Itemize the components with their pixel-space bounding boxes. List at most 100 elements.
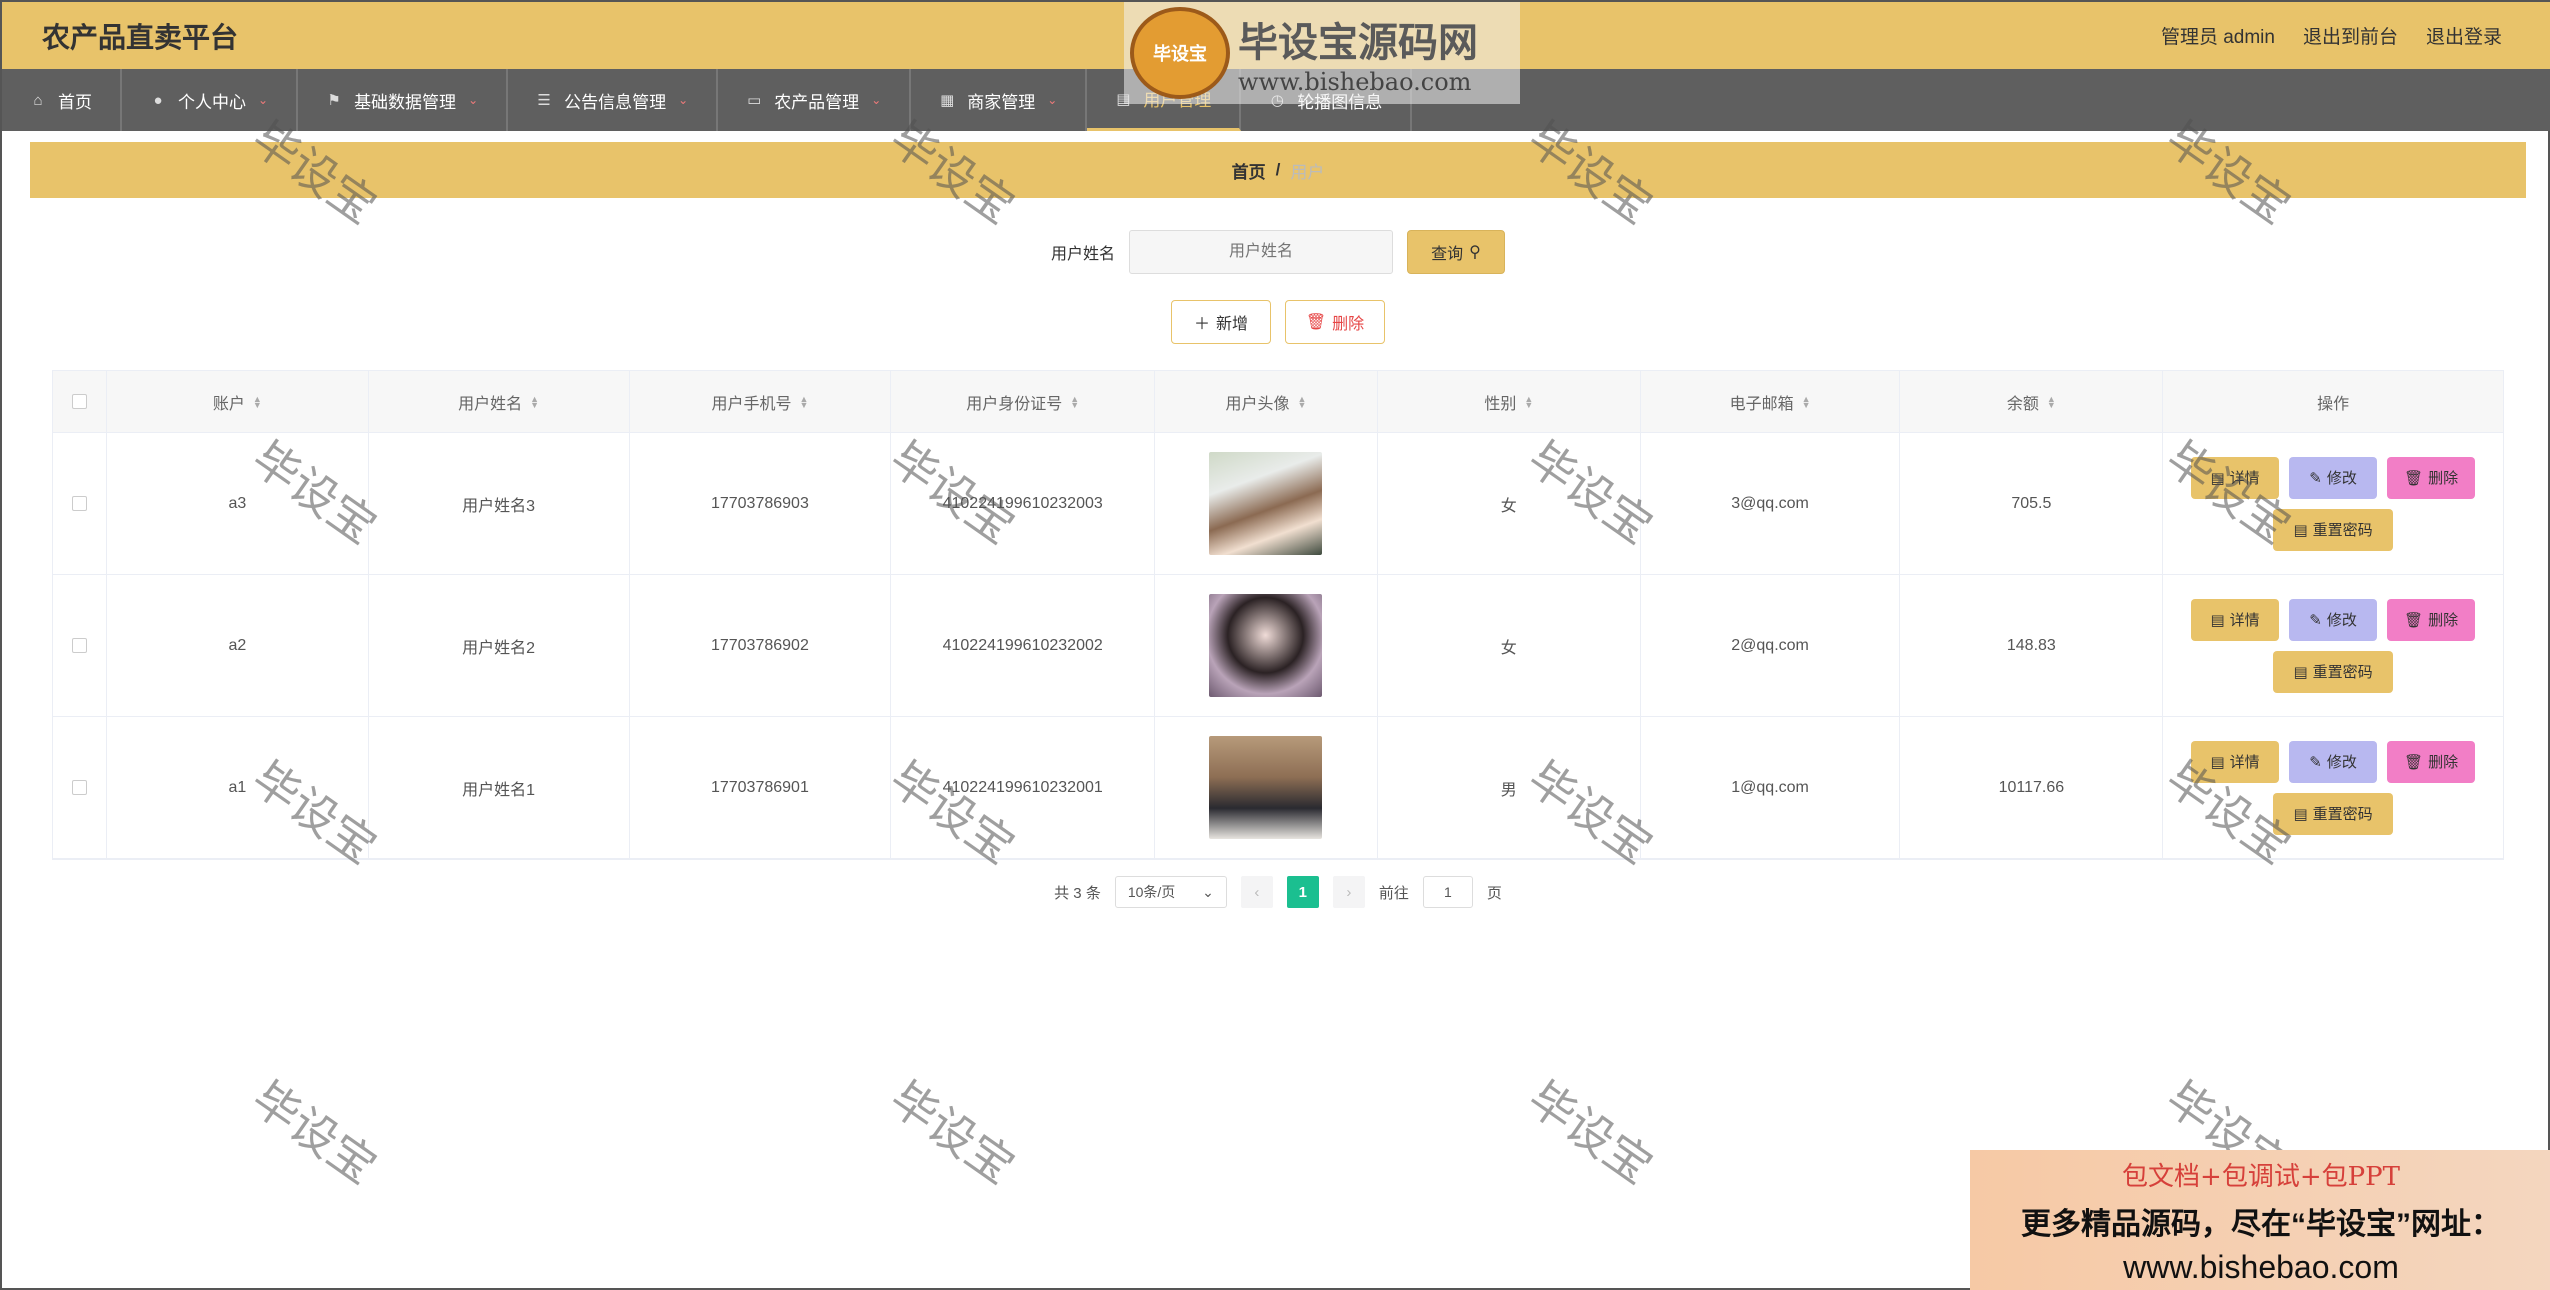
admin-label: 管理员 admin — [2160, 27, 2275, 48]
reset-password-button[interactable]: ▤ 重置密码 — [2273, 792, 2394, 835]
exit-to-front-link[interactable]: 退出到前台 — [2303, 22, 2398, 49]
breadcrumb: 首页 / 用户 — [30, 142, 2526, 198]
cell-gender: 女 — [1378, 433, 1641, 574]
cell-email: 2@qq.com — [1641, 575, 1901, 716]
watermark-badge: 毕设宝 — [1130, 7, 1230, 99]
prev-page-button[interactable]: ‹ — [1240, 876, 1273, 908]
nav-item-label: 商家管理 — [967, 92, 1036, 112]
table-row: a2 用户姓名2 17703786902 410224199610232002 … — [53, 575, 2503, 717]
avatar[interactable] — [1209, 736, 1323, 839]
watermark-stamp: 毕设宝 — [1518, 1070, 1663, 1195]
reset-label: 重置密码 — [2312, 806, 2373, 823]
col-header-label: 用户头像 — [1225, 395, 1290, 413]
sort-icon: ▲ ▼ — [252, 393, 262, 410]
nav-item-personal-center[interactable]: ● 个人中心 ⌄ — [122, 69, 299, 131]
chevron-down-icon: ⌄ — [468, 93, 479, 107]
edit-label: 修改 — [2326, 612, 2357, 629]
search-input[interactable] — [1129, 230, 1393, 274]
row-checkbox[interactable] — [71, 638, 87, 653]
select-all-cell — [53, 371, 107, 432]
logout-link[interactable]: 退出登录 — [2426, 22, 2502, 49]
edit-button[interactable]: ✎ 修改 — [2289, 456, 2378, 499]
edit-label: 修改 — [2326, 470, 2357, 487]
col-header-avatar[interactable]: 用户头像 ▲ ▼ — [1155, 371, 1378, 432]
detail-button[interactable]: ▤ 详情 — [2191, 456, 2280, 499]
query-button-label: 查询 — [1431, 246, 1464, 263]
pencil-icon: ✎ — [2309, 753, 2322, 771]
cell-avatar — [1155, 717, 1378, 858]
batch-delete-button[interactable]: 🗑 删除 — [1285, 300, 1385, 344]
edit-button[interactable]: ✎ 修改 — [2289, 598, 2378, 641]
pencil-icon: ✎ — [2309, 611, 2322, 629]
delete-button[interactable]: 🗑 删除 — [2387, 740, 2476, 783]
nav-item-products[interactable]: ▭ 农产品管理 ⌄ — [718, 69, 912, 131]
sliders-icon: ☰ — [537, 92, 551, 109]
row-checkbox[interactable] — [71, 780, 87, 795]
flag-icon: ⚑ — [327, 92, 341, 109]
add-button[interactable]: ＋ 新增 — [1171, 300, 1271, 344]
sort-icon: ▲ ▼ — [1070, 393, 1080, 410]
cell-phone: 17703786903 — [630, 433, 892, 574]
search-form: 用户姓名 查询 ⚲ — [30, 230, 2526, 274]
cell-email: 1@qq.com — [1641, 717, 1901, 858]
select-all-checkbox[interactable] — [71, 394, 87, 409]
query-button[interactable]: 查询 ⚲ — [1407, 230, 1505, 274]
next-page-button[interactable]: › — [1332, 876, 1365, 908]
col-header-label: 用户手机号 — [711, 395, 792, 413]
row-select-cell — [53, 575, 107, 716]
col-header-id-card[interactable]: 用户身份证号 ▲ ▼ — [891, 371, 1156, 432]
cell-account: a3 — [107, 433, 369, 574]
reset-password-button[interactable]: ▤ 重置密码 — [2273, 650, 2394, 693]
chevron-down-icon: ⌄ — [1202, 883, 1214, 900]
sort-icon: ▲ ▼ — [1801, 393, 1811, 410]
document-icon: ▤ — [2210, 753, 2225, 771]
col-header-name[interactable]: 用户姓名 ▲ ▼ — [369, 371, 630, 432]
cell-phone: 17703786902 — [630, 575, 892, 716]
col-header-actions: 操作 — [2163, 371, 2503, 432]
trash-icon: 🗑 — [2404, 611, 2424, 629]
sort-icon: ▲ ▼ — [799, 393, 809, 410]
row-checkbox[interactable] — [71, 496, 87, 511]
avatar[interactable] — [1209, 452, 1323, 555]
promo-banner[interactable]: 包文档+包调试+包PPT 更多精品源码，尽在“毕设宝”网址： www.bishe… — [1970, 1150, 2550, 1290]
goto-page-input[interactable] — [1422, 876, 1473, 908]
reset-password-button[interactable]: ▤ 重置密码 — [2273, 508, 2394, 551]
delete-button[interactable]: 🗑 删除 — [2387, 456, 2476, 499]
cell-balance: 148.83 — [1900, 575, 2164, 716]
cell-actions: ▤ 详情 ✎ 修改 🗑 删除 ▤ 重置密码 — [2163, 717, 2503, 858]
cell-id-card: 410224199610232003 — [891, 433, 1156, 574]
detail-button[interactable]: ▤ 详情 — [2191, 598, 2280, 641]
delete-button[interactable]: 🗑 删除 — [2387, 598, 2476, 641]
cell-phone: 17703786901 — [630, 717, 892, 858]
watermark-url: www.bishebao.com — [1238, 68, 1472, 96]
table-row: a3 用户姓名3 17703786903 410224199610232003 … — [53, 433, 2503, 575]
reset-label: 重置密码 — [2312, 664, 2373, 681]
col-header-balance[interactable]: 余额 ▲ ▼ — [1900, 371, 2164, 432]
breadcrumb-home[interactable]: 首页 — [1232, 158, 1266, 183]
watermark-logo: 毕设宝 毕设宝源码网 www.bishebao.com — [1124, 2, 1520, 104]
chat-icon: ▭ — [747, 92, 762, 109]
row-select-cell — [53, 717, 107, 858]
nav-item-merchants[interactable]: ▦ 商家管理 ⌄ — [911, 69, 1088, 131]
col-header-account[interactable]: 账户 ▲ ▼ — [107, 371, 369, 432]
sort-icon: ▲ ▼ — [530, 393, 540, 410]
col-header-gender[interactable]: 性别 ▲ ▼ — [1378, 371, 1641, 432]
detail-button[interactable]: ▤ 详情 — [2191, 740, 2280, 783]
cell-name: 用户姓名1 — [369, 717, 630, 858]
nav-item-label: 个人中心 — [178, 92, 246, 112]
avatar[interactable] — [1209, 594, 1323, 697]
nav-item-home[interactable]: ⌂ 首页 — [2, 69, 122, 131]
add-button-label: 新增 — [1216, 316, 1249, 333]
page-size-select[interactable]: 10条/页 ⌄ — [1114, 876, 1227, 908]
detail-label: 详情 — [2229, 612, 2260, 629]
nav-item-basic-data[interactable]: ⚑ 基础数据管理 ⌄ — [298, 69, 509, 131]
col-header-email[interactable]: 电子邮箱 ▲ ▼ — [1641, 371, 1901, 432]
breadcrumb-current: 用户 — [1290, 162, 1325, 182]
edit-button[interactable]: ✎ 修改 — [2289, 740, 2378, 783]
detail-label: 详情 — [2229, 754, 2260, 771]
watermark-stamp: 毕设宝 — [242, 1070, 387, 1195]
page-number-current[interactable]: 1 — [1286, 876, 1319, 908]
nav-item-announcements[interactable]: ☰ 公告信息管理 ⌄ — [508, 69, 719, 131]
col-header-phone[interactable]: 用户手机号 ▲ ▼ — [630, 371, 892, 432]
promo-line-1: 包文档+包调试+包PPT — [2122, 1162, 2400, 1192]
